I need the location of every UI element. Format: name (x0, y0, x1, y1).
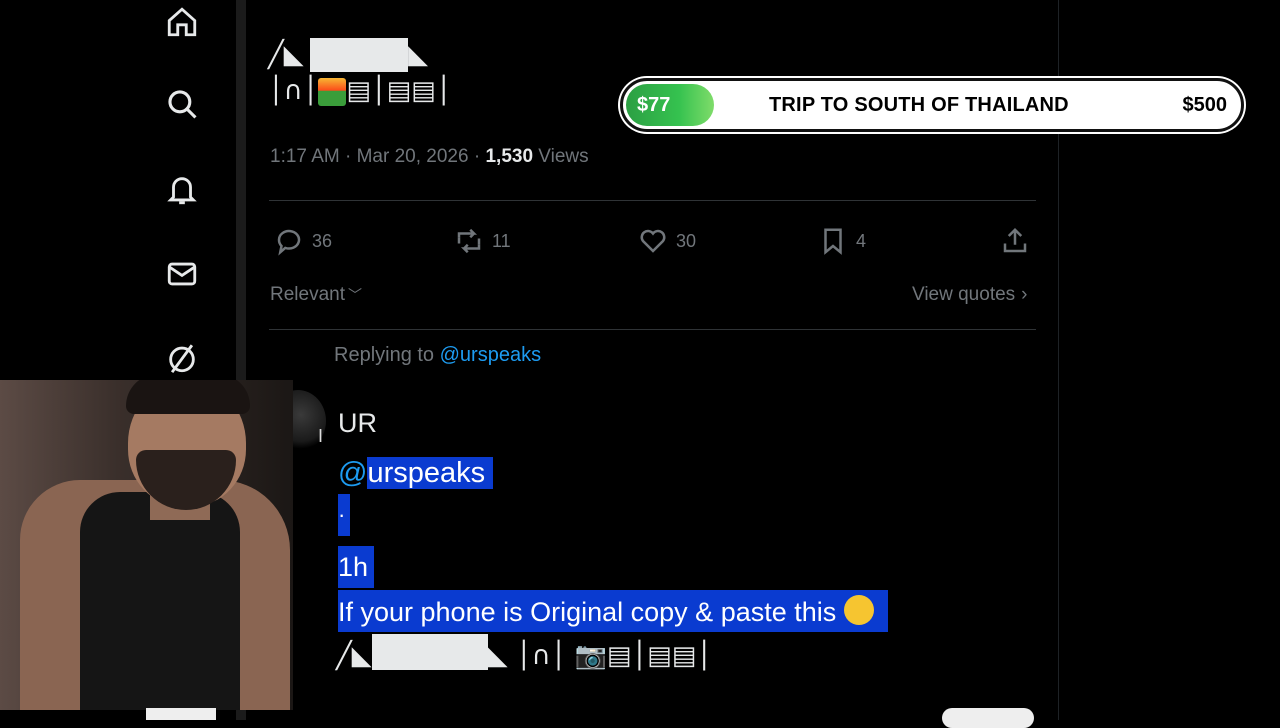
divider (269, 329, 1036, 330)
art-row2-a: │∩│ (268, 76, 319, 106)
grok-icon[interactable] (160, 336, 204, 380)
tweet-date[interactable]: Mar 20, 2026 (357, 146, 469, 167)
reply-author-name[interactable]: UR (338, 408, 377, 439)
floating-button[interactable] (942, 708, 1034, 728)
reply-icon (277, 229, 301, 256)
sunrise-icon (318, 77, 347, 106)
bookmark-count: 4 (856, 230, 867, 251)
reply-count: 36 (312, 230, 333, 251)
share-icon (1003, 227, 1027, 253)
like-count: 30 (676, 230, 697, 251)
repost-button[interactable]: 11 (454, 226, 511, 256)
share-button[interactable] (1000, 226, 1030, 256)
reply-time[interactable]: 1h (338, 546, 375, 588)
view-count: 1,530 (485, 146, 534, 167)
reply-art-b: ◣ │∩│ (487, 641, 575, 671)
handle-text: urspeaks (367, 457, 494, 489)
laughing-cat-icon (844, 595, 875, 625)
reply-button[interactable]: 36 (274, 226, 332, 256)
divider (269, 200, 1036, 201)
replying-prefix: Replying to (334, 344, 440, 366)
art-row1: ╱◣ (268, 40, 304, 70)
reply-art: ╱◣ ◣ │∩│ 📷▤│▤▤│ (336, 634, 712, 676)
repost-icon (457, 228, 481, 254)
messages-icon[interactable] (160, 252, 204, 296)
webcam-person-hair (126, 380, 250, 414)
reply-text: If your phone is Original copy & paste t… (338, 590, 889, 632)
reply-dot: · (338, 494, 350, 536)
view-quotes-label: View quotes (912, 284, 1016, 305)
replying-to: Replying to @urspeaks (334, 344, 541, 367)
sort-dropdown[interactable]: Relevant ﹀ (270, 284, 362, 306)
view-quotes-link[interactable]: View quotes › (912, 284, 1028, 306)
notifications-icon[interactable] (160, 168, 204, 212)
action-bar: 36 11 30 4 (270, 222, 1036, 262)
reply-handle[interactable]: @urspeaks (338, 452, 494, 494)
replying-handle-link[interactable]: @urspeaks (440, 344, 541, 366)
art-row1-end: ◣ (408, 40, 428, 70)
tweet-meta: 1:17 AM · Mar 20, 2026 · 1,530 Views (270, 146, 589, 168)
bookmark-icon (824, 228, 842, 255)
meta-separator: · (468, 146, 486, 167)
webcam-overlay (0, 380, 293, 710)
sort-label: Relevant (270, 284, 345, 305)
chevron-down-icon: ﹀ (348, 287, 362, 303)
art-block (310, 38, 408, 72)
reply-text-content: If your phone is Original copy & paste t… (338, 597, 837, 627)
handle-at: @ (338, 457, 368, 489)
webcam-person-shirt (80, 492, 240, 710)
goal-current: $77 (637, 94, 671, 116)
art-row2-b: ▤│▤▤│ (346, 76, 452, 106)
goal-target: $500 (1182, 94, 1228, 116)
bottom-element (146, 708, 216, 720)
tweet-art: ╱◣ ◣ │∩│ ▤│▤▤│ (268, 38, 451, 114)
reply-art-c: 📷▤│▤▤│ (574, 641, 712, 671)
reply-art-a: ╱◣ (336, 641, 372, 671)
like-button[interactable]: 30 (638, 226, 696, 256)
heart-icon (640, 229, 666, 253)
goal-banner: $77 TRIP TO SOUTH OF THAILAND $500 (620, 78, 1244, 132)
goal-title: TRIP TO SOUTH OF THAILAND (769, 94, 1069, 116)
bookmark-button[interactable]: 4 (818, 226, 866, 256)
views-label: Views (533, 146, 589, 167)
tweet-time[interactable]: 1:17 AM (270, 146, 340, 167)
text-cursor-icon: I (318, 426, 324, 446)
chevron-right-icon: › (1021, 284, 1028, 305)
repost-count: 11 (492, 230, 511, 251)
art-block (371, 634, 488, 670)
search-icon[interactable] (160, 82, 204, 126)
meta-separator: · (339, 146, 357, 167)
home-icon[interactable] (160, 0, 204, 44)
